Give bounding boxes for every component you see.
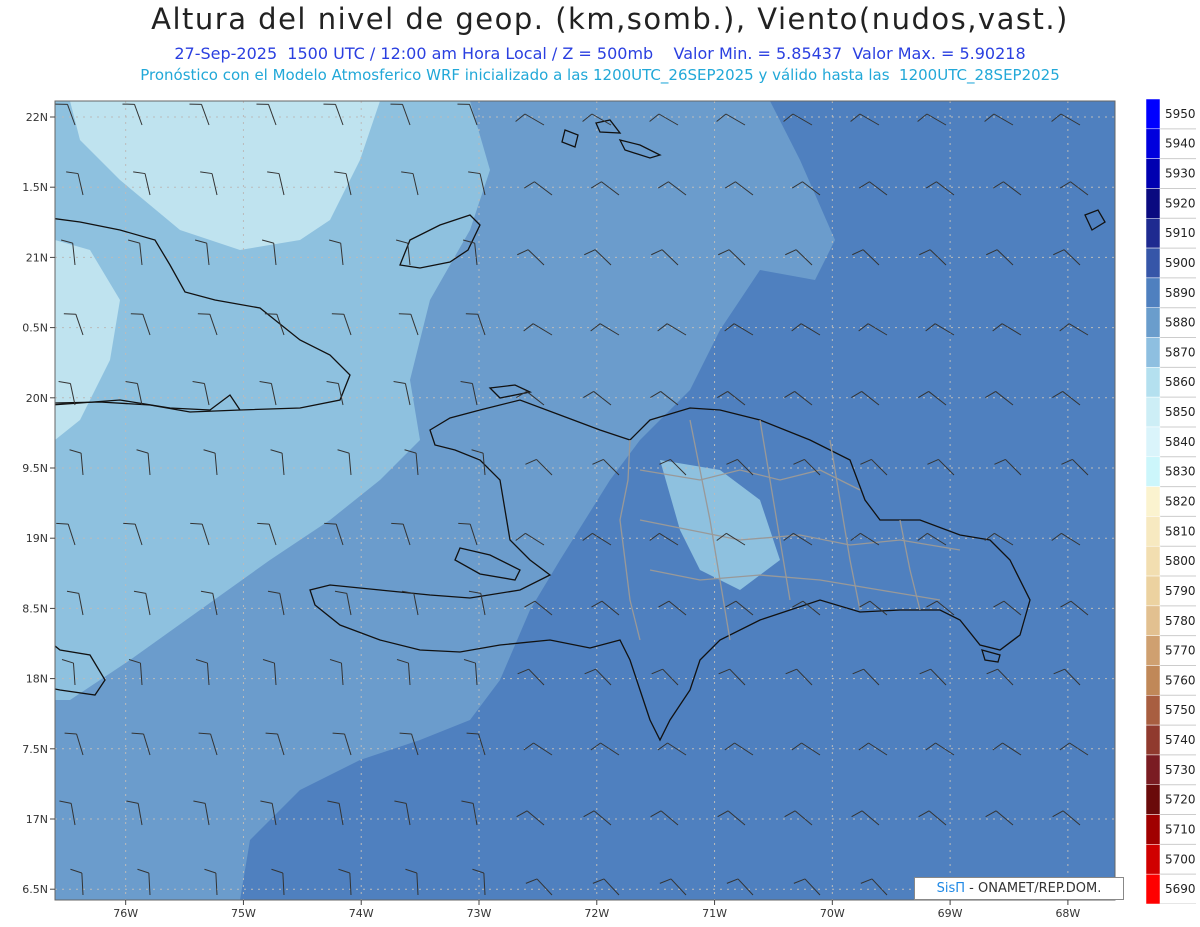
legend-level-label: 5950 bbox=[1165, 107, 1196, 121]
legend-level-label: 5860 bbox=[1165, 375, 1196, 389]
legend-level-label: 5760 bbox=[1165, 673, 1196, 687]
legend-swatch bbox=[1145, 188, 1161, 219]
legend-level-label: 5850 bbox=[1165, 405, 1196, 419]
legend-level-label: 5820 bbox=[1165, 495, 1196, 509]
credit-brand: SisΠ bbox=[936, 881, 966, 896]
legend-swatch bbox=[1145, 754, 1161, 785]
lat-label: 0.5N bbox=[22, 322, 48, 335]
legend-level-label: 5800 bbox=[1165, 554, 1196, 568]
legend-level-label: 5750 bbox=[1165, 703, 1196, 717]
legend-swatch bbox=[1145, 635, 1161, 666]
legend-swatch bbox=[1145, 605, 1161, 636]
lat-label: 19N bbox=[26, 532, 48, 545]
lat-label: 1.5N bbox=[22, 181, 48, 194]
legend-level-label: 5730 bbox=[1165, 763, 1196, 777]
legend-level-label: 5930 bbox=[1165, 167, 1196, 181]
credit-org: - ONAMET/REP.DOM. bbox=[965, 881, 1102, 896]
legend-level-label: 5840 bbox=[1165, 435, 1196, 449]
color-legend: 5950 5940 5930 5920 5910 5900 5890 5880 5870 5860… bbox=[1145, 99, 1196, 904]
legend-swatch bbox=[1145, 307, 1161, 338]
legend-swatch bbox=[1145, 784, 1161, 815]
legend-swatch bbox=[1145, 396, 1161, 428]
legend-level-label: 5700 bbox=[1165, 852, 1196, 866]
legend-level-label: 5690 bbox=[1165, 882, 1196, 896]
legend-swatch bbox=[1145, 367, 1161, 398]
legend-swatch bbox=[1145, 516, 1161, 547]
legend-level-label: 5880 bbox=[1165, 316, 1196, 330]
legend-level-label: 5940 bbox=[1165, 137, 1196, 151]
legend-level-label: 5720 bbox=[1165, 793, 1196, 807]
lon-label: 73W bbox=[467, 907, 492, 920]
lon-label: 72W bbox=[584, 907, 609, 920]
legend-swatch bbox=[1145, 844, 1161, 875]
legend-level-label: 5920 bbox=[1165, 196, 1196, 210]
lon-label: 76W bbox=[113, 907, 138, 920]
lat-label: 8.5N bbox=[22, 602, 48, 615]
lon-label: 69W bbox=[938, 907, 963, 920]
longitude-labels: 76W 75W 74W 73W 72W 71W 70W 69W 68W bbox=[113, 900, 1080, 920]
legend-level-label: 5870 bbox=[1165, 345, 1196, 359]
legend-swatch bbox=[1145, 695, 1161, 726]
legend-level-label: 5910 bbox=[1165, 226, 1196, 240]
legend-level-label: 5810 bbox=[1165, 524, 1196, 538]
lat-label: 7.5N bbox=[22, 743, 48, 756]
legend-level-label: 5890 bbox=[1165, 286, 1196, 300]
legend-swatch bbox=[1145, 545, 1161, 577]
legend-level-label: 5780 bbox=[1165, 614, 1196, 628]
lat-label: 21N bbox=[26, 251, 48, 264]
lat-label: 18N bbox=[26, 673, 48, 686]
credit-box: SisΠ - ONAMET/REP.DOM. bbox=[914, 877, 1124, 900]
lat-label: 20N bbox=[26, 392, 48, 405]
legend-swatch bbox=[1145, 575, 1161, 607]
lon-label: 74W bbox=[349, 907, 374, 920]
legend-swatch bbox=[1145, 158, 1161, 189]
legend-swatch bbox=[1145, 486, 1161, 517]
legend-swatch bbox=[1145, 456, 1161, 487]
legend-swatch bbox=[1145, 337, 1161, 368]
lat-label: 6.5N bbox=[22, 883, 48, 896]
legend-level-label: 5740 bbox=[1165, 733, 1196, 747]
legend-swatch bbox=[1145, 724, 1161, 756]
legend-level-label: 5790 bbox=[1165, 584, 1196, 598]
legend-level-label: 5710 bbox=[1165, 822, 1196, 836]
legend-swatch bbox=[1145, 814, 1161, 845]
legend-level-label: 5900 bbox=[1165, 256, 1196, 270]
forecast-map[interactable]: 22N 1.5N 21N 0.5N 20N 9.5N 19N 8.5N 18N 7.5N 17N 6.… bbox=[0, 0, 1200, 927]
legend-swatch bbox=[1145, 873, 1161, 904]
legend-level-label: 5770 bbox=[1165, 644, 1196, 658]
latitude-labels: 22N 1.5N 21N 0.5N 20N 9.5N 19N 8.5N 18N 7.5N 17N 6.… bbox=[22, 111, 55, 896]
legend-swatch bbox=[1145, 99, 1161, 130]
legend-swatch bbox=[1145, 277, 1161, 308]
lon-label: 70W bbox=[820, 907, 845, 920]
lon-label: 68W bbox=[1055, 907, 1080, 920]
legend-level-label: 5830 bbox=[1165, 465, 1196, 479]
legend-swatch bbox=[1145, 128, 1161, 159]
legend-swatch bbox=[1145, 247, 1161, 279]
lat-label: 22N bbox=[26, 111, 48, 124]
geopotential-field bbox=[55, 101, 1115, 900]
lon-label: 71W bbox=[702, 907, 727, 920]
legend-swatch bbox=[1145, 218, 1161, 249]
lon-label: 75W bbox=[231, 907, 256, 920]
legend-swatch bbox=[1145, 665, 1161, 696]
legend-swatch bbox=[1145, 426, 1161, 458]
lat-label: 9.5N bbox=[22, 462, 48, 475]
lat-label: 17N bbox=[26, 813, 48, 826]
